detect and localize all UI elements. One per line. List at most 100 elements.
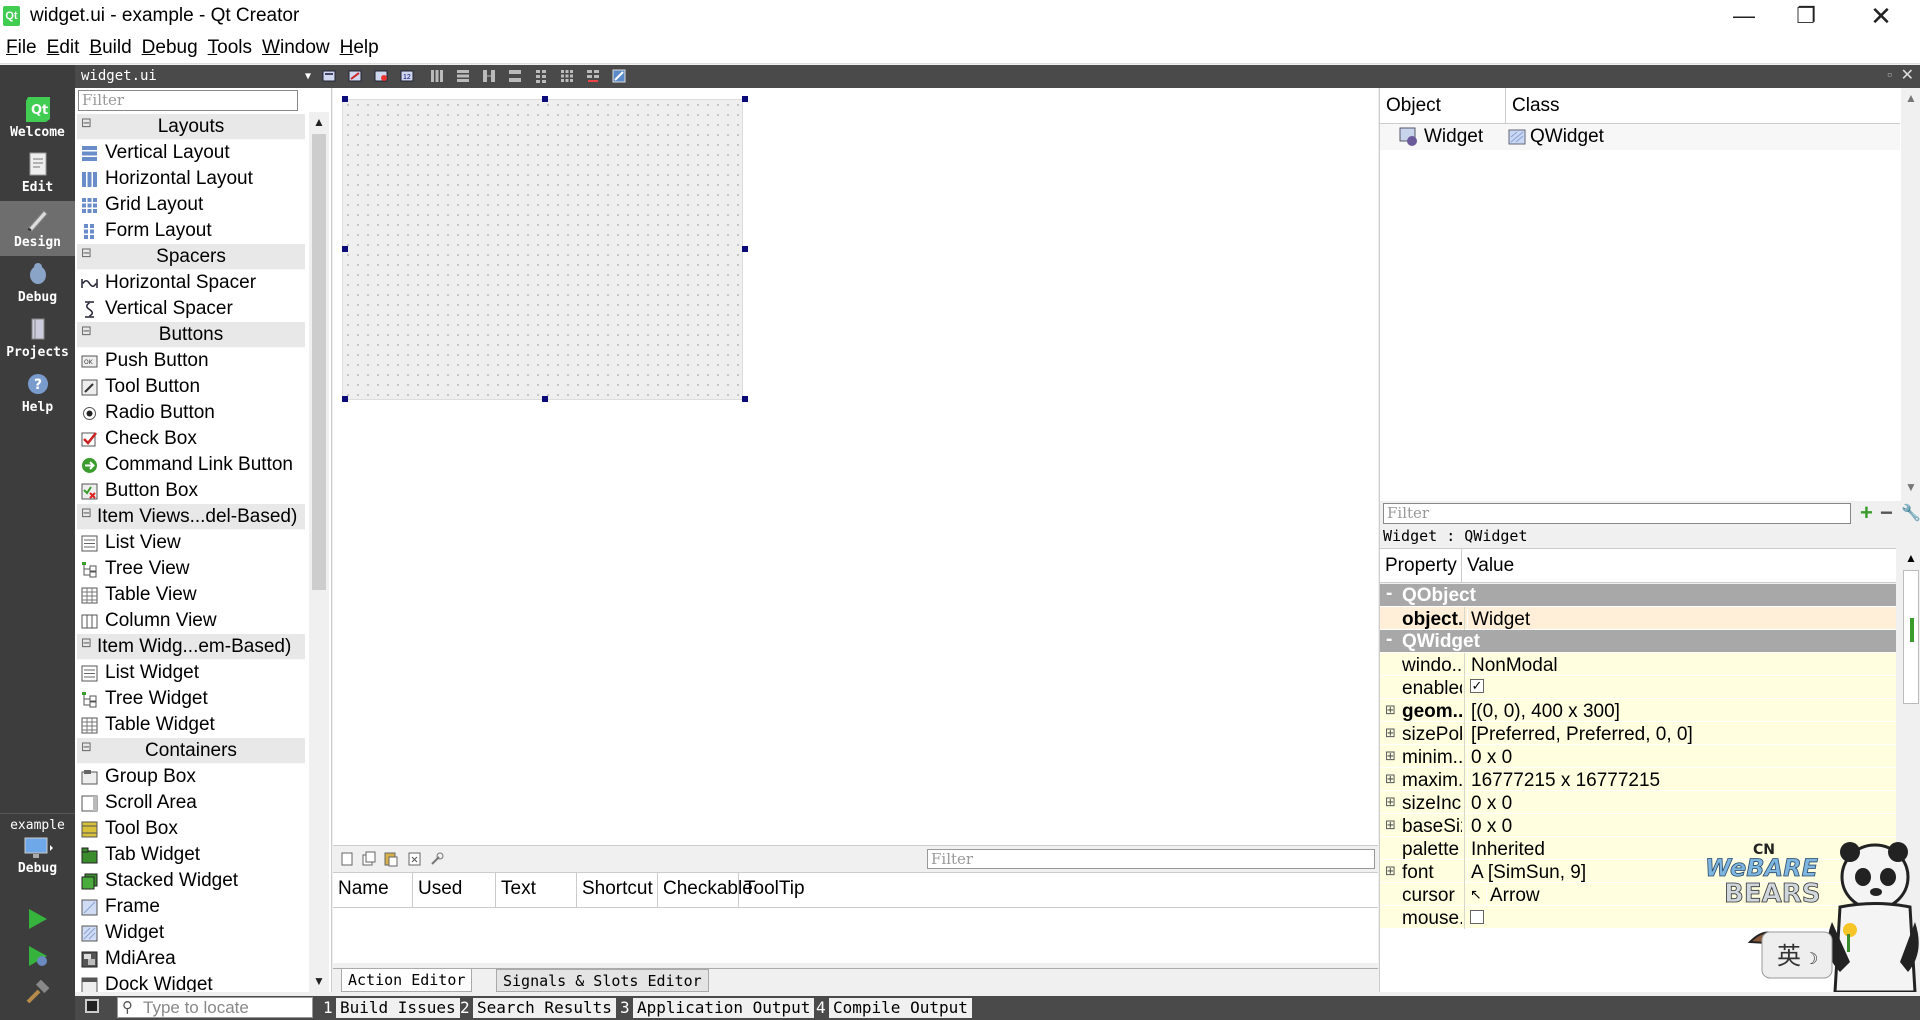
remove-dynamic-property-icon[interactable]: − — [1880, 500, 1893, 526]
expand-icon[interactable]: ⊞ — [1385, 794, 1396, 810]
expand-icon[interactable]: ⊞ — [1385, 771, 1396, 787]
property-value[interactable]: Arrow — [1486, 885, 1540, 907]
widget-horizontal-layout[interactable]: Horizontal Layout — [77, 166, 305, 192]
restore-button[interactable]: ❐ — [1775, 0, 1837, 34]
widget-frame[interactable]: Frame — [77, 894, 305, 920]
locator-input[interactable]: ⚲ Type to locate — [117, 997, 313, 1018]
property-value[interactable]: 0 x 0 — [1467, 793, 1512, 815]
widget-group-box[interactable]: Group Box — [77, 764, 305, 790]
property-row-sizepolicy[interactable]: ⊞ sizePol...[Preferred, Preferred, 0, 0] — [1380, 722, 1896, 746]
widget-button-box[interactable]: Button Box — [77, 478, 305, 504]
col-shortcut[interactable]: Shortcut — [577, 873, 658, 908]
category-layouts[interactable]: ⊟ Layouts — [77, 114, 305, 140]
copy-action-icon[interactable] — [361, 851, 377, 867]
edit-widgets-icon[interactable] — [321, 68, 337, 84]
adjust-size-icon[interactable] — [611, 68, 627, 84]
configure-wrench-icon[interactable]: 🔧 — [1901, 503, 1920, 523]
widget-vertical-layout[interactable]: Vertical Layout — [77, 140, 305, 166]
widget-vertical-spacer[interactable]: Vertical Spacer — [77, 296, 305, 322]
property-value[interactable]: Widget — [1467, 609, 1530, 631]
lay-out-horizontal-splitter-icon[interactable] — [481, 68, 497, 84]
resize-handle[interactable] — [342, 246, 348, 252]
category-containers[interactable]: ⊟ Containers — [77, 738, 305, 764]
property-value[interactable]: NonModal — [1467, 655, 1558, 677]
col-class[interactable]: Class — [1506, 88, 1900, 123]
mode-welcome[interactable]: Qt Welcome — [0, 91, 75, 146]
widget-mdi-area[interactable]: MdiArea — [77, 946, 305, 972]
property-value[interactable]: [Preferred, Preferred, 0, 0] — [1467, 724, 1693, 746]
menu-edit[interactable]: Edit — [41, 34, 84, 59]
property-group-qwidget[interactable]: - QWidget — [1380, 629, 1896, 653]
object-inspector-scrollbar[interactable]: ▲ ▼ — [1901, 88, 1920, 501]
property-row-maximumsize[interactable]: ⊞ maxim...16777215 x 16777215 — [1380, 768, 1896, 792]
expand-icon[interactable]: ⊞ — [1385, 725, 1396, 741]
widget-tree-view[interactable]: Tree View — [77, 556, 305, 582]
tab-signals-slots-editor[interactable]: Signals & Slots Editor — [496, 969, 709, 992]
expand-icon[interactable]: ⊞ — [1385, 817, 1396, 833]
widget-tab-widget[interactable]: Tab Widget — [77, 842, 305, 868]
scroll-down-icon[interactable]: ▼ — [1905, 480, 1917, 494]
widget-grid-layout[interactable]: Grid Layout — [77, 192, 305, 218]
enabled-checkbox[interactable]: ✓ — [1470, 679, 1484, 693]
new-action-icon[interactable] — [339, 851, 355, 867]
open-documents-combo[interactable]: widget.ui ▼ — [79, 66, 315, 87]
resize-handle[interactable] — [742, 246, 748, 252]
action-filter-input[interactable]: Filter — [927, 849, 1375, 869]
property-row-minimumsize[interactable]: ⊞ minim... 0 x 0 — [1380, 745, 1896, 769]
scrollbar-thumb[interactable] — [312, 134, 326, 590]
scroll-down-icon[interactable]: ▼ — [309, 974, 329, 988]
property-filter-input[interactable]: Filter — [1383, 503, 1851, 524]
close-button[interactable]: ✕ — [1850, 0, 1912, 34]
col-name[interactable]: Name — [333, 873, 413, 908]
property-value[interactable]: 0 x 0 — [1467, 747, 1512, 769]
widget-push-button[interactable]: OK Push Button — [77, 348, 305, 374]
category-spacers[interactable]: ⊟ Spacers — [77, 244, 305, 270]
scroll-up-icon[interactable]: ▲ — [1905, 91, 1917, 105]
mode-edit[interactable]: Edit — [0, 146, 75, 201]
edit-signals-slots-icon[interactable] — [347, 68, 363, 84]
property-row-sizeincrement[interactable]: ⊞ sizeInc...0 x 0 — [1380, 791, 1896, 815]
add-dynamic-property-icon[interactable]: + — [1860, 500, 1873, 526]
scroll-up-icon[interactable]: ▲ — [309, 115, 329, 129]
lay-out-vertical-splitter-icon[interactable] — [507, 68, 523, 84]
property-value[interactable]: 0 x 0 — [1467, 816, 1512, 838]
mode-help[interactable]: ? Help — [0, 366, 75, 421]
lay-out-form-icon[interactable] — [533, 68, 549, 84]
resize-handle[interactable] — [342, 96, 348, 102]
category-item-widgets[interactable]: ⊟ Item Widg...em-Based) — [77, 634, 305, 660]
mode-debug[interactable]: Debug — [0, 256, 75, 311]
col-value[interactable]: Value — [1462, 549, 1896, 583]
edit-buddies-icon[interactable] — [373, 68, 389, 84]
widget-tool-box[interactable]: Tool Box — [77, 816, 305, 842]
property-group-qobject[interactable]: - QObject — [1380, 584, 1896, 607]
project-selector[interactable]: example Debug — [0, 818, 75, 876]
category-buttons[interactable]: ⊟ Buttons — [77, 322, 305, 348]
widget-tool-button[interactable]: Tool Button — [77, 374, 305, 400]
toggle-sidebar-icon[interactable] — [85, 999, 99, 1013]
menu-debug[interactable]: Debug — [136, 34, 202, 59]
widget-command-link-button[interactable]: Command Link Button — [77, 452, 305, 478]
property-row-geometry[interactable]: ⊞ geom... [(0, 0), 400 x 300] — [1380, 699, 1896, 723]
widget-box-scrollbar[interactable]: ▲ ▼ — [309, 112, 329, 992]
expand-icon[interactable]: ⊞ — [1385, 702, 1396, 718]
delete-action-icon[interactable] — [407, 851, 423, 867]
edit-tab-order-icon[interactable]: 12 — [399, 68, 415, 84]
col-text[interactable]: Text — [496, 873, 577, 908]
close-document-icon[interactable]: ✕ — [1901, 65, 1914, 85]
split-icon[interactable]: ▫ — [1887, 66, 1892, 82]
widget-list-widget[interactable]: List Widget — [77, 660, 305, 686]
resize-handle[interactable] — [542, 96, 548, 102]
property-row-objectname[interactable]: object...Widget — [1380, 607, 1896, 631]
property-value[interactable]: A [SimSun, 9] — [1467, 862, 1586, 884]
col-checkable[interactable]: Checkable — [658, 873, 753, 908]
widget-horizontal-spacer[interactable]: Horizontal Spacer — [77, 270, 305, 296]
widget-table-widget[interactable]: Table Widget — [77, 712, 305, 738]
expand-icon[interactable]: ⊞ — [1385, 863, 1396, 879]
widget-radio-button[interactable]: Radio Button — [77, 400, 305, 426]
widget-table-view[interactable]: Table View — [77, 582, 305, 608]
widget-dock-widget[interactable]: Dock Widget — [77, 972, 305, 992]
resize-handle[interactable] — [542, 396, 548, 402]
category-item-views[interactable]: ⊟ Item Views...del-Based) — [77, 504, 305, 530]
widget-box-filter[interactable]: Filter — [78, 90, 298, 111]
mode-design[interactable]: Design — [0, 201, 75, 256]
